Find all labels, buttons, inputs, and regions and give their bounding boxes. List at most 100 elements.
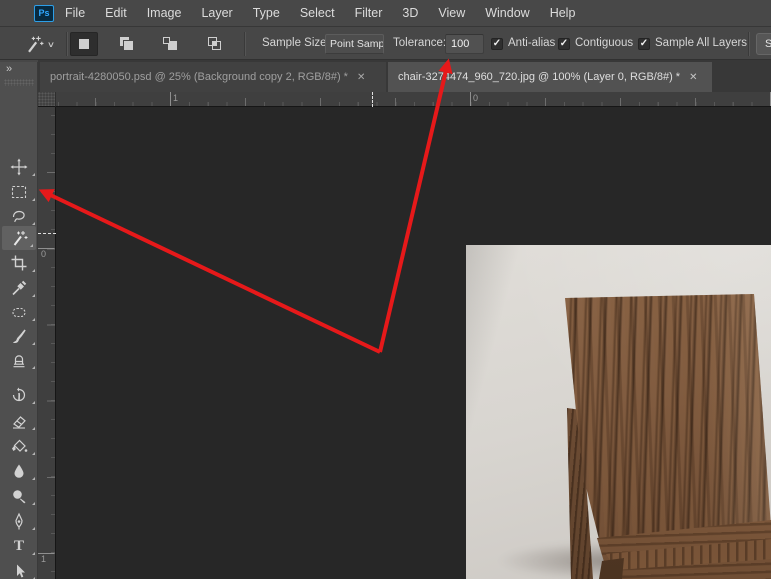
- sample-size-value: Point Sample: [330, 38, 384, 50]
- gradient-icon: [10, 437, 28, 455]
- menu-3d[interactable]: 3D: [392, 6, 428, 20]
- tool-history-brush[interactable]: [0, 383, 38, 407]
- contiguous-label: Contiguous: [575, 37, 633, 49]
- vertical-ruler[interactable]: 0 1: [38, 107, 56, 579]
- tool-magic-wand[interactable]: [2, 226, 36, 250]
- menu-layer[interactable]: Layer: [191, 6, 242, 20]
- anti-alias-label: Anti-alias: [508, 37, 555, 49]
- ruler-label: 1: [173, 94, 178, 103]
- tab-title: portrait-4280050.psd @ 25% (Background c…: [50, 71, 348, 83]
- ruler-label: 0: [41, 250, 46, 259]
- tool-eyedropper[interactable]: [0, 276, 38, 300]
- separator: [748, 32, 749, 56]
- dodge-icon: [10, 487, 28, 505]
- magic-wand-icon: [10, 229, 28, 247]
- chair-photo-document[interactable]: [466, 245, 771, 579]
- ruler-label: 1: [41, 555, 46, 564]
- ruler-cursor-marker: [372, 92, 373, 107]
- chevron-down-icon: ∨: [47, 40, 55, 49]
- panel-grip: [4, 79, 34, 86]
- eyedropper-icon: [10, 279, 28, 297]
- tool-crop[interactable]: [0, 251, 38, 275]
- ruler-label: 0: [473, 94, 478, 103]
- spot-healing-brush-icon: [10, 303, 28, 321]
- menu-type[interactable]: Type: [243, 6, 290, 20]
- tool-eraser[interactable]: [0, 409, 38, 433]
- path-selection-icon: [10, 562, 28, 579]
- move-icon: [10, 158, 28, 176]
- crop-icon: [10, 254, 28, 272]
- tolerance-value: 100: [451, 38, 469, 50]
- photoshop-logo-text: Ps: [38, 8, 49, 18]
- close-icon[interactable]: ✕: [689, 72, 697, 83]
- tool-brush[interactable]: [0, 324, 38, 348]
- contiguous-checkbox[interactable]: ✓: [558, 38, 570, 50]
- history-brush-icon: [10, 386, 28, 404]
- tolerance-label: Tolerance:: [393, 37, 446, 49]
- magic-wand-icon: [24, 34, 44, 54]
- add-to-selection-button[interactable]: [112, 32, 140, 56]
- check-icon: ✓: [560, 39, 568, 49]
- sample-size-dropdown[interactable]: Point Sample ∨: [325, 34, 384, 54]
- menu-image[interactable]: Image: [137, 6, 192, 20]
- close-icon[interactable]: ✕: [357, 72, 365, 83]
- tool-options-bar: ∨ Sample Si: [0, 28, 771, 60]
- select-subject-label: Select Subject: [765, 38, 771, 50]
- add-to-selection-icon: [117, 35, 135, 53]
- separator: [244, 32, 245, 56]
- canvas-pasteboard[interactable]: [56, 107, 771, 579]
- pen-icon: [10, 512, 28, 530]
- ruler-cursor-marker: [38, 233, 56, 234]
- new-selection-button[interactable]: [70, 32, 98, 56]
- sample-all-layers-checkbox[interactable]: ✓: [638, 38, 650, 50]
- eraser-icon: [10, 412, 28, 430]
- tolerance-field[interactable]: 100: [445, 34, 484, 54]
- ruler-origin-box[interactable]: [38, 92, 56, 107]
- select-subject-button[interactable]: Select Subject: [756, 33, 771, 55]
- intersect-with-selection-icon: [205, 35, 223, 53]
- new-selection-icon: [75, 35, 93, 53]
- brush-icon: [10, 327, 28, 345]
- tab-portrait-document[interactable]: portrait-4280050.psd @ 25% (Background c…: [40, 62, 386, 92]
- type-tool-icon: T: [14, 539, 24, 554]
- tool-dodge[interactable]: [0, 484, 38, 508]
- check-icon: ✓: [493, 39, 501, 49]
- blur-icon: [10, 462, 28, 480]
- menu-bar: Ps File Edit Image Layer Type Select Fil…: [0, 0, 771, 27]
- tool-preset-picker[interactable]: ∨: [24, 32, 68, 56]
- subtract-from-selection-icon: [161, 35, 179, 53]
- menu-filter[interactable]: Filter: [345, 6, 393, 20]
- menu-edit[interactable]: Edit: [95, 6, 137, 20]
- subtract-from-selection-button[interactable]: [156, 32, 184, 56]
- tool-path-selection[interactable]: [0, 559, 38, 579]
- sample-all-layers-label: Sample All Layers: [655, 37, 747, 49]
- tool-pen[interactable]: [0, 509, 38, 533]
- tool-clone-stamp[interactable]: [0, 348, 38, 372]
- check-icon: ✓: [640, 39, 648, 49]
- rectangular-marquee-icon: [10, 183, 28, 201]
- lasso-icon: [10, 207, 28, 225]
- sample-size-label: Sample Size:: [262, 37, 330, 49]
- anti-alias-checkbox[interactable]: ✓: [491, 38, 503, 50]
- expand-panel-icon[interactable]: »: [6, 63, 12, 75]
- tool-blur[interactable]: [0, 459, 38, 483]
- tool-rectangular-marquee[interactable]: [0, 180, 38, 204]
- horizontal-ruler[interactable]: 1 0: [38, 92, 771, 107]
- tab-title: chair-3274474_960_720.jpg @ 100% (Layer …: [398, 71, 680, 83]
- tool-spot-healing-brush[interactable]: [0, 300, 38, 324]
- intersect-with-selection-button[interactable]: [200, 32, 228, 56]
- menu-view[interactable]: View: [428, 6, 475, 20]
- clone-stamp-icon: [10, 351, 28, 369]
- photoshop-window: Ps File Edit Image Layer Type Select Fil…: [0, 0, 771, 579]
- menu-file[interactable]: File: [55, 6, 95, 20]
- tab-chair-document[interactable]: chair-3274474_960_720.jpg @ 100% (Layer …: [388, 62, 712, 92]
- tool-gradient[interactable]: [0, 434, 38, 458]
- tool-horizontal-type[interactable]: T: [0, 534, 38, 558]
- menu-help[interactable]: Help: [540, 6, 586, 20]
- tool-lasso[interactable]: [0, 204, 38, 228]
- separator: [66, 32, 67, 56]
- menu-select[interactable]: Select: [290, 6, 345, 20]
- menu-window[interactable]: Window: [475, 6, 539, 20]
- tool-move[interactable]: [0, 155, 38, 179]
- document-tab-bar: portrait-4280050.psd @ 25% (Background c…: [38, 60, 771, 92]
